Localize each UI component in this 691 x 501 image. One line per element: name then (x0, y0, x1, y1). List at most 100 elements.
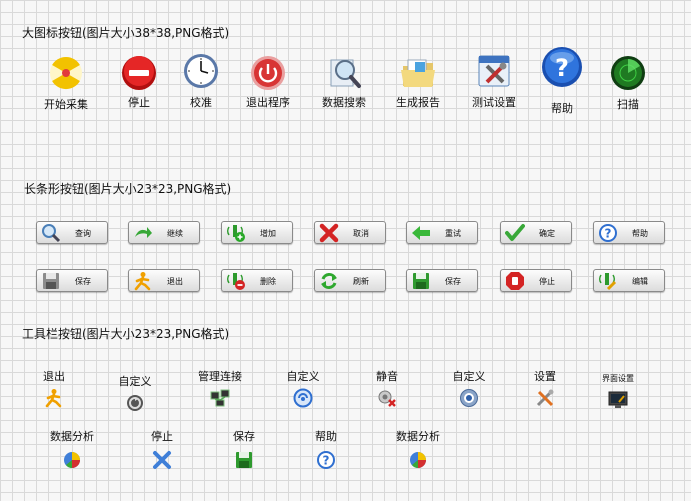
large-button-label: 帮助 (551, 102, 573, 115)
section-title-long: 长条形按钮(图片大小23*23,PNG格式) (24, 182, 232, 196)
toolbar-button-help[interactable]: 帮助 ? (310, 428, 342, 470)
toolbar-button-manage-connection[interactable]: 管理连接 (192, 368, 248, 408)
custom-webcam-icon (459, 388, 479, 408)
toolbar-label: 自定义 (118, 375, 152, 388)
stop-icon (120, 54, 158, 92)
continue-arrow-icon (133, 223, 153, 243)
floppy-green-icon (411, 271, 431, 291)
large-button-scan[interactable]: 扫描 (598, 54, 658, 112)
tools-icon (475, 52, 513, 90)
monitor-settings-icon (608, 390, 628, 410)
large-button-generate-report[interactable]: 生成报告 (388, 54, 448, 110)
check-icon (505, 223, 525, 243)
radiation-icon (47, 54, 85, 92)
long-button-add[interactable]: 增加 (221, 221, 293, 244)
svg-text:?: ? (605, 227, 612, 241)
long-button-label: 重试 (445, 229, 461, 238)
toolbar-label: 退出 (43, 370, 65, 383)
large-button-label: 校准 (190, 96, 212, 109)
long-button-label: 保存 (445, 277, 461, 286)
help-icon: ? (598, 223, 618, 243)
clock-icon (182, 52, 220, 90)
delete-icon (226, 271, 246, 291)
long-button-label: 刷新 (353, 277, 369, 286)
long-button-exit[interactable]: 退出 (128, 269, 200, 292)
large-button-start-capture[interactable]: 开始采集 (36, 54, 96, 111)
exit-man-icon (44, 388, 64, 408)
long-button-delete[interactable]: 删除 (221, 269, 293, 292)
svg-text:?: ? (555, 54, 569, 82)
toolbar-label: 静音 (376, 370, 398, 383)
large-button-label: 停止 (128, 96, 150, 109)
toolbar-label: 自定义 (286, 370, 320, 383)
large-button-data-search[interactable]: 数据搜索 (314, 52, 374, 110)
floppy-green-icon (234, 450, 254, 470)
toolbar-label: 界面设置 (602, 374, 634, 383)
long-button-refresh[interactable]: 刷新 (314, 269, 386, 292)
custom-gear-icon (125, 393, 145, 413)
section-title-large: 大图标按钮(图片大小38*38,PNG格式) (22, 26, 230, 40)
long-button-label: 编辑 (632, 277, 648, 286)
radar-icon (609, 54, 647, 92)
floppy-gray-icon (41, 271, 61, 291)
long-button-continue[interactable]: 继续 (128, 221, 200, 244)
cancel-icon (319, 223, 339, 243)
toolbar-button-interface-settings[interactable]: 界面设置 (598, 373, 638, 410)
toolbar-button-settings[interactable]: 设置 (529, 368, 561, 408)
help-icon: ? (316, 450, 336, 470)
help-icon: ? (541, 46, 583, 88)
long-button-label: 保存 (75, 277, 91, 286)
toolbar-label: 自定义 (452, 370, 486, 383)
long-button-help[interactable]: ? 帮助 (593, 221, 665, 244)
edit-icon (598, 271, 618, 291)
settings-tools-icon (535, 388, 555, 408)
large-button-label: 退出程序 (246, 96, 290, 109)
long-button-label: 增加 (260, 229, 276, 238)
large-button-label: 扫描 (617, 98, 639, 111)
large-button-label: 数据搜索 (322, 96, 366, 109)
large-button-calibrate[interactable]: 校准 (171, 52, 231, 110)
toolbar-button-stop[interactable]: 停止 (146, 428, 178, 470)
add-icon (226, 223, 246, 243)
large-button-label: 开始采集 (44, 98, 88, 111)
toolbar-button-custom-2[interactable]: 自定义 (282, 368, 324, 408)
long-button-retry[interactable]: 重试 (406, 221, 478, 244)
long-button-save[interactable]: 保存 (36, 269, 108, 292)
toolbar-button-custom-3[interactable]: 自定义 (448, 368, 490, 408)
toolbar-label: 停止 (151, 430, 173, 443)
refresh-icon (319, 271, 339, 291)
long-button-stop[interactable]: 停止 (500, 269, 572, 292)
toolbar-button-save[interactable]: 保存 (228, 428, 260, 470)
long-button-label: 取消 (353, 229, 369, 238)
toolbar-label: 帮助 (315, 430, 337, 443)
long-button-label: 退出 (167, 277, 183, 286)
long-button-label: 确定 (539, 229, 555, 238)
long-button-query[interactable]: 查询 (36, 221, 108, 244)
toolbar-button-mute[interactable]: 静音 (371, 368, 403, 408)
long-button-save-green[interactable]: 保存 (406, 269, 478, 292)
toolbar-label: 数据分析 (396, 430, 440, 443)
long-button-cancel[interactable]: 取消 (314, 221, 386, 244)
exit-man-icon (133, 271, 153, 291)
large-button-test-settings[interactable]: 测试设置 (464, 52, 524, 110)
toolbar-button-exit[interactable]: 退出 (36, 368, 72, 408)
large-button-help[interactable]: ? 帮助 (532, 46, 592, 115)
toolbar-label: 数据分析 (50, 430, 94, 443)
folder-icon (399, 54, 437, 92)
back-arrow-icon (411, 223, 431, 243)
long-button-edit[interactable]: 编辑 (593, 269, 665, 292)
long-button-label: 查询 (75, 229, 91, 238)
large-button-exit-program[interactable]: 退出程序 (238, 54, 298, 110)
section-title-toolbar: 工具栏按钮(图片大小23*23,PNG格式) (22, 327, 230, 341)
toolbar-label: 设置 (534, 370, 556, 383)
long-button-label: 删除 (260, 277, 276, 286)
power-icon (249, 54, 287, 92)
toolbar-button-custom-1[interactable]: 自定义 (114, 373, 156, 413)
long-button-confirm[interactable]: 确定 (500, 221, 572, 244)
toolbar-button-data-analysis-1[interactable]: 数据分析 (44, 428, 100, 470)
large-button-stop[interactable]: 停止 (109, 54, 169, 110)
toolbar-button-data-analysis-2[interactable]: 数据分析 (390, 428, 446, 470)
svg-text:?: ? (323, 454, 330, 468)
network-icon (210, 388, 230, 408)
mute-icon (377, 388, 397, 408)
